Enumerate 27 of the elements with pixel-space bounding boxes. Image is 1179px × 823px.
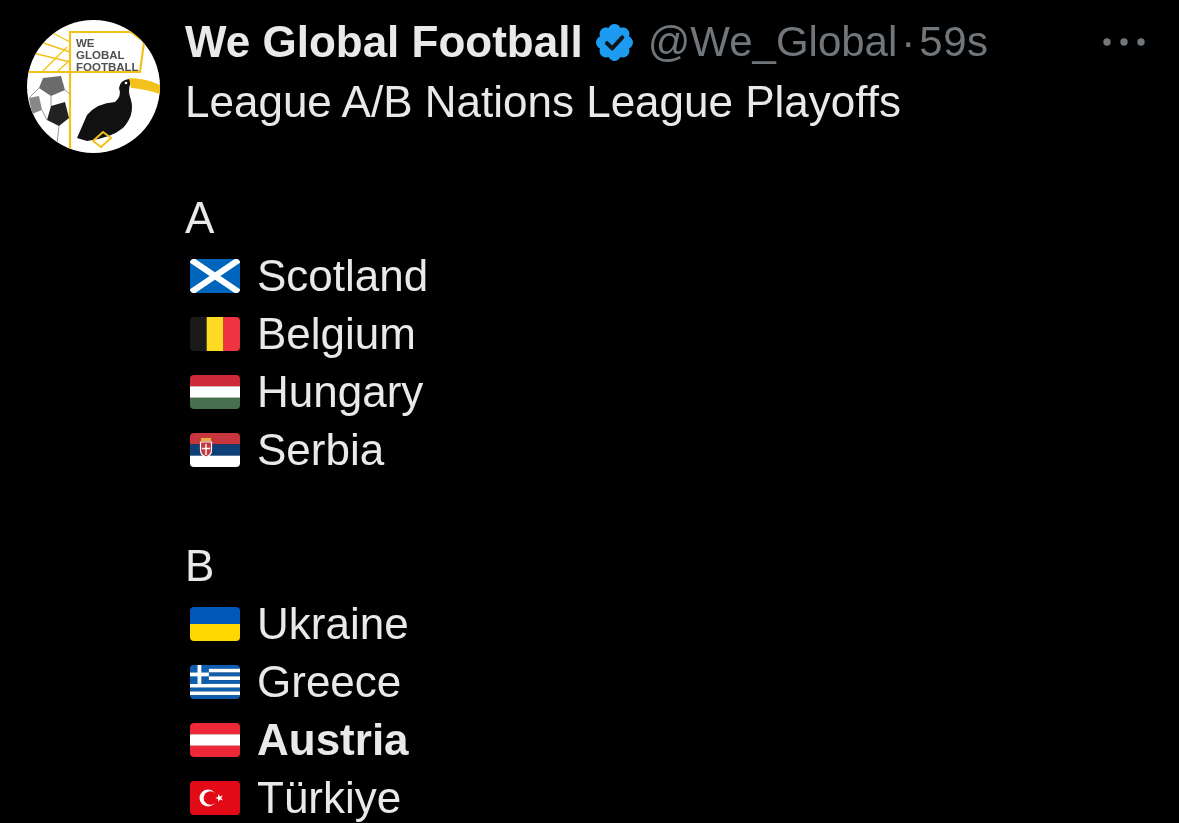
avatar[interactable]: WE GLOBAL FOOTBALL <box>27 20 160 153</box>
logo-text: WE GLOBAL FOOTBALL <box>76 37 139 73</box>
group-label: A <box>185 192 215 244</box>
group-label: B <box>185 540 215 592</box>
flag-icon <box>190 433 240 467</box>
flag-icon <box>190 665 240 699</box>
author-handle[interactable]: @We_Global <box>647 18 898 66</box>
flag-icon <box>190 259 240 293</box>
post-text: League A/B Nations League Playoffs <box>185 76 901 128</box>
flag-icon <box>190 317 240 351</box>
team-name: Scotland <box>257 252 429 300</box>
flag-icon <box>190 375 240 409</box>
separator: · <box>901 18 916 66</box>
team-name: Türkiye <box>257 774 402 822</box>
more-button[interactable] <box>1103 38 1145 46</box>
flag-icon <box>190 607 240 641</box>
team-name: Austria <box>257 716 409 764</box>
timestamp[interactable]: 59s <box>919 18 989 66</box>
team-name: Belgium <box>257 310 416 358</box>
flag-icon <box>190 723 240 757</box>
author-name[interactable]: We Global Football <box>185 17 583 67</box>
team-name: Ukraine <box>257 600 409 648</box>
team-name: Hungary <box>257 368 424 416</box>
team-name: Greece <box>257 658 402 706</box>
flag-icon <box>190 781 240 815</box>
team-name: Serbia <box>257 426 385 474</box>
more-icon <box>1103 38 1145 46</box>
